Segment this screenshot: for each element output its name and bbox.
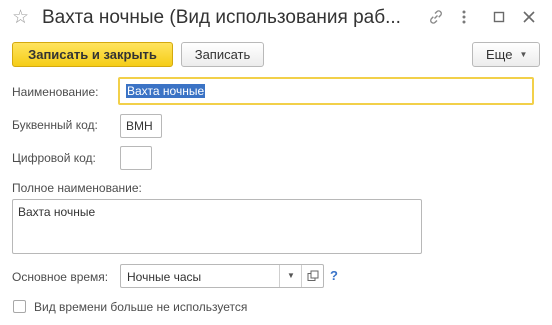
name-field[interactable]: Вахта ночные bbox=[118, 77, 534, 105]
restore-icon[interactable] bbox=[491, 9, 507, 25]
name-field-value: Вахта ночные bbox=[126, 84, 206, 98]
not-used-label[interactable]: Вид времени больше не используется bbox=[34, 300, 247, 314]
letter-code-value: ВМН bbox=[126, 119, 153, 133]
save-button[interactable]: Записать bbox=[181, 42, 264, 67]
digit-code-field[interactable] bbox=[120, 146, 152, 170]
help-icon[interactable]: ? bbox=[330, 268, 338, 283]
letter-code-field[interactable]: ВМН bbox=[120, 114, 162, 138]
dropdown-arrow-icon: ▼ bbox=[519, 50, 528, 59]
dropdown-arrow-icon[interactable]: ▼ bbox=[287, 271, 295, 280]
title-bar: ☆ Вахта ночные (Вид использования раб... bbox=[0, 0, 552, 38]
base-time-field[interactable]: Ночные часы ▼ bbox=[120, 264, 324, 288]
base-time-label: Основное время: bbox=[12, 270, 109, 284]
open-icon[interactable] bbox=[307, 270, 319, 282]
more-button[interactable]: Еще ▼ bbox=[472, 42, 540, 67]
kebab-icon[interactable] bbox=[456, 9, 472, 25]
not-used-checkbox[interactable] bbox=[13, 300, 26, 313]
link-icon[interactable] bbox=[428, 9, 444, 25]
full-name-value: Вахта ночные bbox=[18, 205, 96, 219]
window-title: Вахта ночные (Вид использования раб... bbox=[42, 7, 401, 28]
name-label: Наименование: bbox=[12, 85, 99, 99]
save-and-close-button[interactable]: Записать и закрыть bbox=[12, 42, 173, 67]
full-name-label: Полное наименование: bbox=[12, 181, 142, 195]
close-icon[interactable] bbox=[521, 9, 537, 25]
digit-code-label: Цифровой код: bbox=[12, 151, 96, 165]
divider bbox=[279, 265, 280, 287]
divider bbox=[301, 265, 302, 287]
star-icon[interactable]: ☆ bbox=[12, 8, 29, 28]
letter-code-label: Буквенный код: bbox=[12, 118, 98, 132]
full-name-textarea[interactable]: Вахта ночные bbox=[12, 199, 422, 254]
base-time-value: Ночные часы bbox=[127, 270, 202, 284]
more-button-label: Еще bbox=[486, 47, 513, 62]
